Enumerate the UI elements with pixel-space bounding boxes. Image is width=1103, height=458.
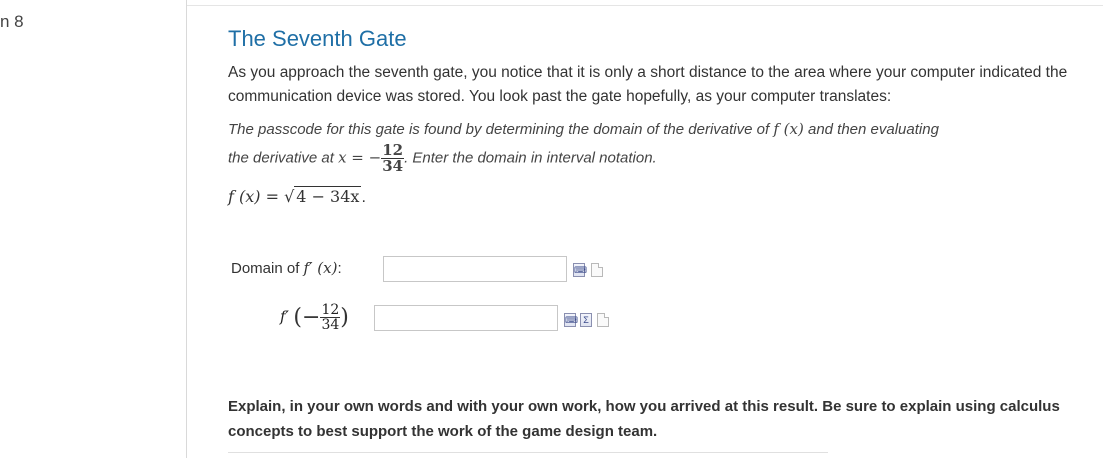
domain-label-colon: : bbox=[337, 260, 342, 277]
function-definition: f (x) = √ 4 − 34x. bbox=[228, 186, 366, 207]
domain-label: Domain of f′ (x): bbox=[231, 259, 342, 277]
domain-answer-row: Domain of f′ (x): bbox=[231, 259, 342, 278]
intro-paragraph: As you approach the seventh gate, you no… bbox=[228, 64, 1068, 105]
explain-instructions: Explain, in your own words and with your… bbox=[228, 398, 1060, 440]
domain-label-text: Domain of bbox=[231, 260, 304, 277]
prompt-line-2: the derivative at x = −12 34. Enter the d… bbox=[228, 143, 657, 174]
derivative-input[interactable] bbox=[374, 305, 558, 331]
bottom-divider bbox=[228, 452, 828, 453]
x-equals: x = − bbox=[338, 148, 382, 167]
function-lhs: f (x) = bbox=[228, 187, 285, 206]
prompt-text-4: . Enter the domain in interval notation. bbox=[404, 149, 657, 167]
function-end: . bbox=[361, 189, 366, 206]
x-value-fraction: 12 34 bbox=[381, 143, 405, 175]
question-rail: n 8 bbox=[0, 0, 187, 458]
derivative-open-paren: (− bbox=[293, 305, 321, 330]
sqrt-symbol: √ bbox=[284, 187, 295, 206]
radicand: 4 − 34x bbox=[294, 186, 362, 206]
prompt-line-1: The passcode for this gate is found by d… bbox=[228, 117, 1073, 142]
derivative-close-paren: ) bbox=[340, 305, 349, 330]
derivative-answer-row: f′ (− 12 34) bbox=[280, 303, 349, 332]
derivative-denominator: 34 bbox=[321, 317, 340, 333]
fraction-denominator: 34 bbox=[382, 157, 404, 175]
derivative-fprime: f′ bbox=[280, 307, 289, 326]
prompt-text-2: and then evaluating bbox=[803, 121, 939, 138]
page: n 8 The Seventh Gate As you approach the… bbox=[0, 0, 1103, 458]
top-divider bbox=[187, 5, 1103, 6]
sigma-icon[interactable]: Σ bbox=[580, 313, 592, 327]
equation-editor-icon[interactable]: ⌨ bbox=[564, 313, 578, 327]
prompt-text-3: the derivative at bbox=[228, 149, 339, 167]
domain-label-fprime: f′ (x) bbox=[303, 259, 338, 277]
question-number: n 8 bbox=[0, 12, 24, 31]
derivative-numerator: 12 bbox=[320, 302, 341, 318]
equation-editor-icon[interactable]: ⌨ bbox=[573, 263, 587, 277]
derivative-fraction: 12 34 bbox=[320, 302, 341, 333]
fx-symbol: f (x) bbox=[773, 120, 804, 138]
page-icon[interactable] bbox=[597, 313, 609, 327]
prompt-text-1: The passcode for this gate is found by d… bbox=[228, 121, 774, 138]
domain-input[interactable] bbox=[383, 256, 567, 282]
page-icon[interactable] bbox=[591, 263, 603, 277]
question-title: The Seventh Gate bbox=[228, 26, 407, 51]
